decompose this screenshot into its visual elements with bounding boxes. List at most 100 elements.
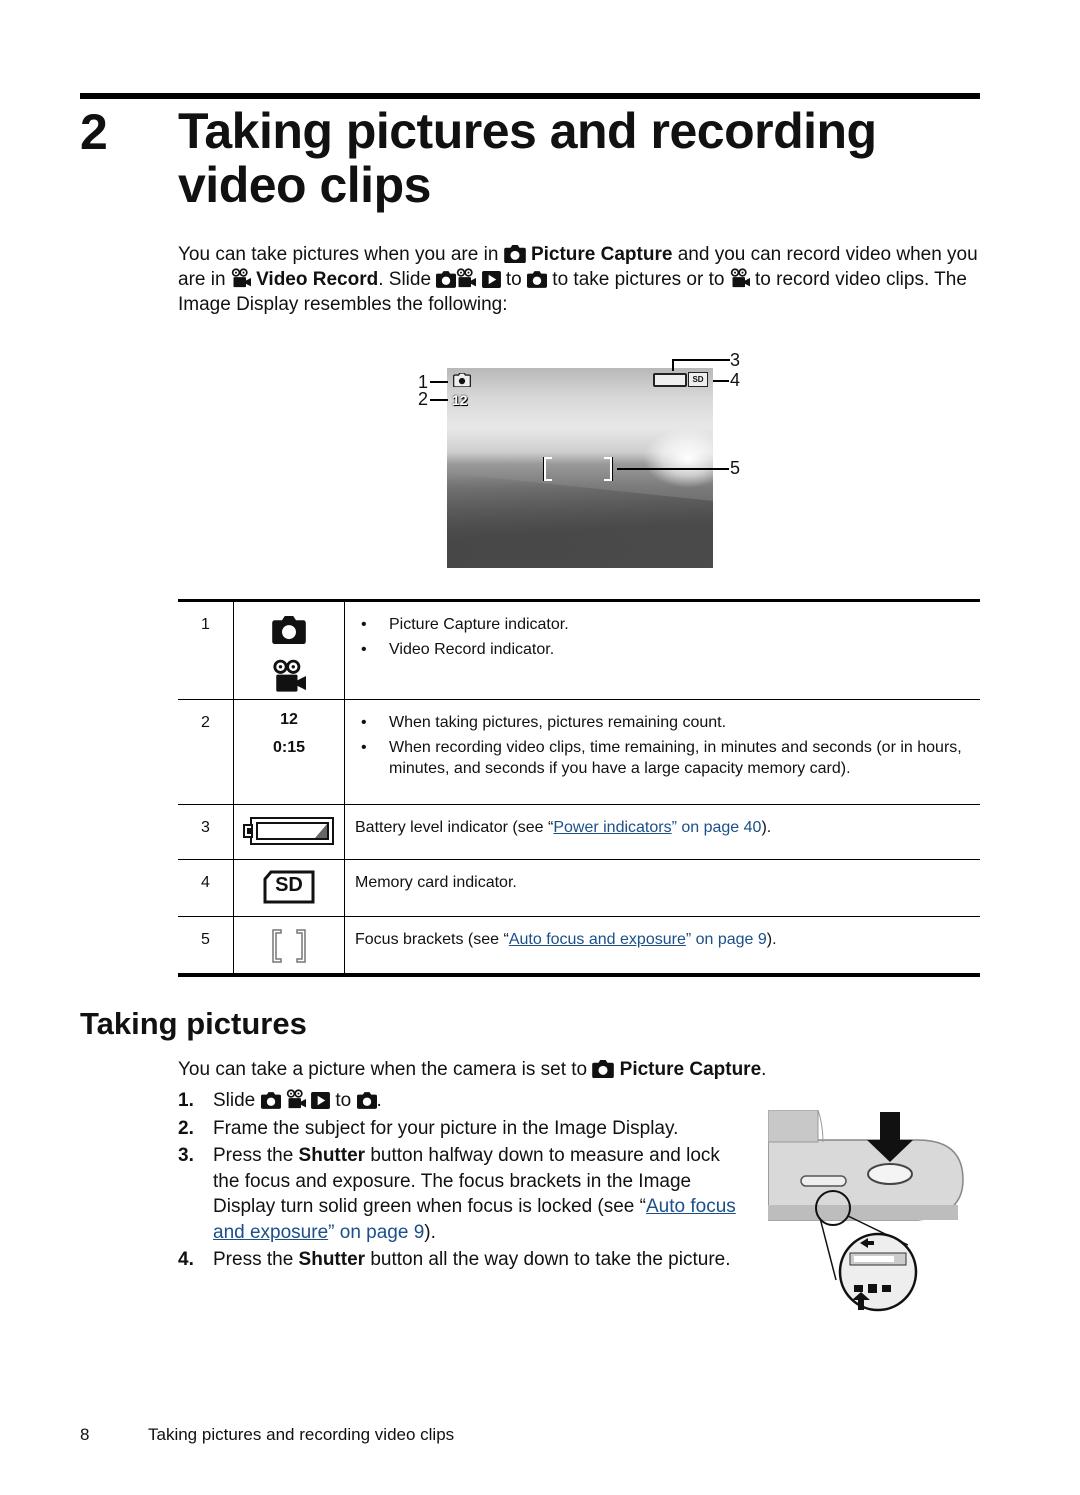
- step-item: 3. Press the Shutter button halfway down…: [178, 1143, 738, 1245]
- lcd-battery-icon: [653, 373, 687, 387]
- table-row: 1 Picture Capture indicator. Video Recor…: [178, 600, 980, 700]
- table-row: 5 Focus brackets (see “Auto focus and ex…: [178, 916, 981, 975]
- callout-line: [672, 359, 730, 361]
- callout-5: 5: [730, 458, 741, 478]
- row-description: Battery level indicator (see “Power indi…: [344, 804, 980, 860]
- desc-text: Battery level indicator (see “: [355, 819, 554, 836]
- intro-text: .: [761, 1059, 767, 1080]
- step-text: button all the way down to take the pict…: [365, 1249, 731, 1270]
- chapter-title-line2: video clips: [178, 157, 431, 213]
- camera-shutter-illustration: [767, 1109, 968, 1315]
- battery-icon: [243, 817, 335, 845]
- row-icon-cell: [233, 916, 345, 975]
- lcd-remaining-count: 12: [452, 392, 468, 408]
- section-intro: You can take a picture when the camera i…: [178, 1057, 766, 1082]
- step-text: Press the: [213, 1145, 299, 1166]
- camera-icon: [527, 271, 547, 288]
- video-camera-icon: [231, 268, 251, 288]
- row-number: 3: [178, 804, 234, 860]
- intro-text: . Slide: [378, 269, 437, 290]
- step-number: 2.: [178, 1117, 194, 1139]
- camera-icon: [357, 1092, 377, 1109]
- desc-text: Focus brackets (see “: [355, 931, 509, 948]
- shutter-label: Shutter: [298, 1249, 366, 1270]
- callout-line: [672, 359, 674, 371]
- row-icon-cell: [233, 600, 345, 700]
- chapter-rule: [80, 93, 980, 99]
- desc-text: Memory card indicator.: [355, 874, 517, 891]
- video-camera-icon: [286, 1089, 306, 1109]
- page-number: 8: [80, 1425, 90, 1444]
- sd-card-label: SD: [275, 874, 303, 896]
- step-text: Frame the subject for your picture in th…: [213, 1117, 679, 1139]
- desc-text: ).: [766, 931, 777, 948]
- step-text: Press the: [213, 1249, 299, 1270]
- sun-glare: [643, 428, 713, 488]
- pictures-remaining-value: 12: [280, 711, 298, 728]
- time-remaining-value: 0:15: [272, 739, 306, 756]
- row-icon-cell: [233, 804, 345, 860]
- video-camera-icon: [272, 659, 306, 698]
- intro-text: to: [500, 269, 528, 290]
- playback-icon: [311, 1092, 330, 1109]
- intro-paragraph: You can take pictures when you are in Pi…: [178, 242, 988, 317]
- table-row: 4 SD Memory card indicator.: [178, 859, 980, 917]
- lcd-focus-bracket-left: [544, 457, 552, 481]
- step-text: ).: [424, 1221, 436, 1243]
- bullet-item: When taking pictures, pictures remaining…: [361, 712, 970, 733]
- section-title: Taking pictures: [80, 1006, 307, 1041]
- callout-line: [617, 468, 729, 470]
- row-description: Picture Capture indicator. Video Record …: [344, 600, 980, 700]
- table-row: 2 12 0:15 When taking pictures, pictures…: [178, 699, 980, 805]
- callout-line: [713, 380, 729, 382]
- shutter-label: Shutter: [298, 1145, 366, 1166]
- row-description: When taking pictures, pictures remaining…: [344, 699, 980, 805]
- step-number: 3.: [178, 1145, 194, 1166]
- callout-2: 2: [418, 389, 429, 409]
- row-value-cell: 12 0:15: [233, 699, 345, 805]
- row-description: Memory card indicator.: [344, 859, 980, 917]
- video-camera-icon: [456, 268, 476, 288]
- picture-capture-label: Picture Capture: [619, 1059, 762, 1080]
- desc-text: ).: [761, 819, 772, 836]
- step-text: .: [376, 1090, 382, 1111]
- step-text: Slide: [213, 1090, 261, 1111]
- lcd-camera-icon: [452, 372, 472, 388]
- chapter-title-line1: Taking pictures and recording: [178, 103, 877, 159]
- step-item: 1. Slide to .: [178, 1088, 738, 1114]
- camera-icon: [270, 616, 308, 649]
- camera-icon: [261, 1092, 281, 1109]
- sd-card-icon: SD: [263, 870, 315, 904]
- bullet-item: Video Record indicator.: [361, 639, 970, 660]
- callout-line: [430, 381, 448, 383]
- step-item: 4. Press the Shutter button all the way …: [178, 1247, 738, 1273]
- bullet-item: Picture Capture indicator.: [361, 614, 970, 635]
- bullet-item: When recording video clips, time remaini…: [361, 737, 970, 779]
- focus-brackets-icon: [271, 929, 307, 963]
- row-number: 4: [178, 859, 234, 917]
- row-number: 5: [178, 916, 234, 975]
- intro-text: to take pictures or to: [547, 269, 730, 290]
- chapter-title: Taking pictures and recording video clip…: [178, 104, 978, 212]
- power-indicators-link[interactable]: Power indicators” on page 40: [553, 819, 761, 836]
- callout-3: 3: [730, 350, 741, 370]
- camera-icon: [436, 271, 456, 288]
- video-camera-icon: [730, 268, 750, 288]
- steps-list: 1. Slide to . 2. Frame the subject for y…: [178, 1088, 738, 1275]
- lcd-focus-bracket-right: [604, 457, 612, 481]
- footer-title: Taking pictures and recording video clip…: [148, 1425, 455, 1444]
- intro-text: You can take a picture when the camera i…: [178, 1059, 593, 1080]
- step-number: 4.: [178, 1249, 194, 1270]
- row-description: Focus brackets (see “Auto focus and expo…: [345, 917, 981, 975]
- callout-line: [430, 399, 448, 401]
- indicator-table: 1 Picture Capture indicator. Video Recor…: [178, 599, 980, 977]
- playback-icon: [482, 271, 501, 288]
- auto-focus-link[interactable]: Auto focus and exposure” on page 9: [509, 931, 767, 948]
- video-record-label: Video Record: [256, 269, 379, 290]
- step-item: 2. Frame the subject for your picture in…: [178, 1116, 738, 1142]
- chapter-number: 2: [80, 104, 108, 160]
- intro-text: You can take pictures when you are in: [178, 244, 504, 265]
- picture-capture-label: Picture Capture: [530, 244, 673, 265]
- image-display-figure: 12 SD 1 2 3 4 5: [410, 345, 750, 575]
- row-icon-cell: SD: [233, 859, 345, 917]
